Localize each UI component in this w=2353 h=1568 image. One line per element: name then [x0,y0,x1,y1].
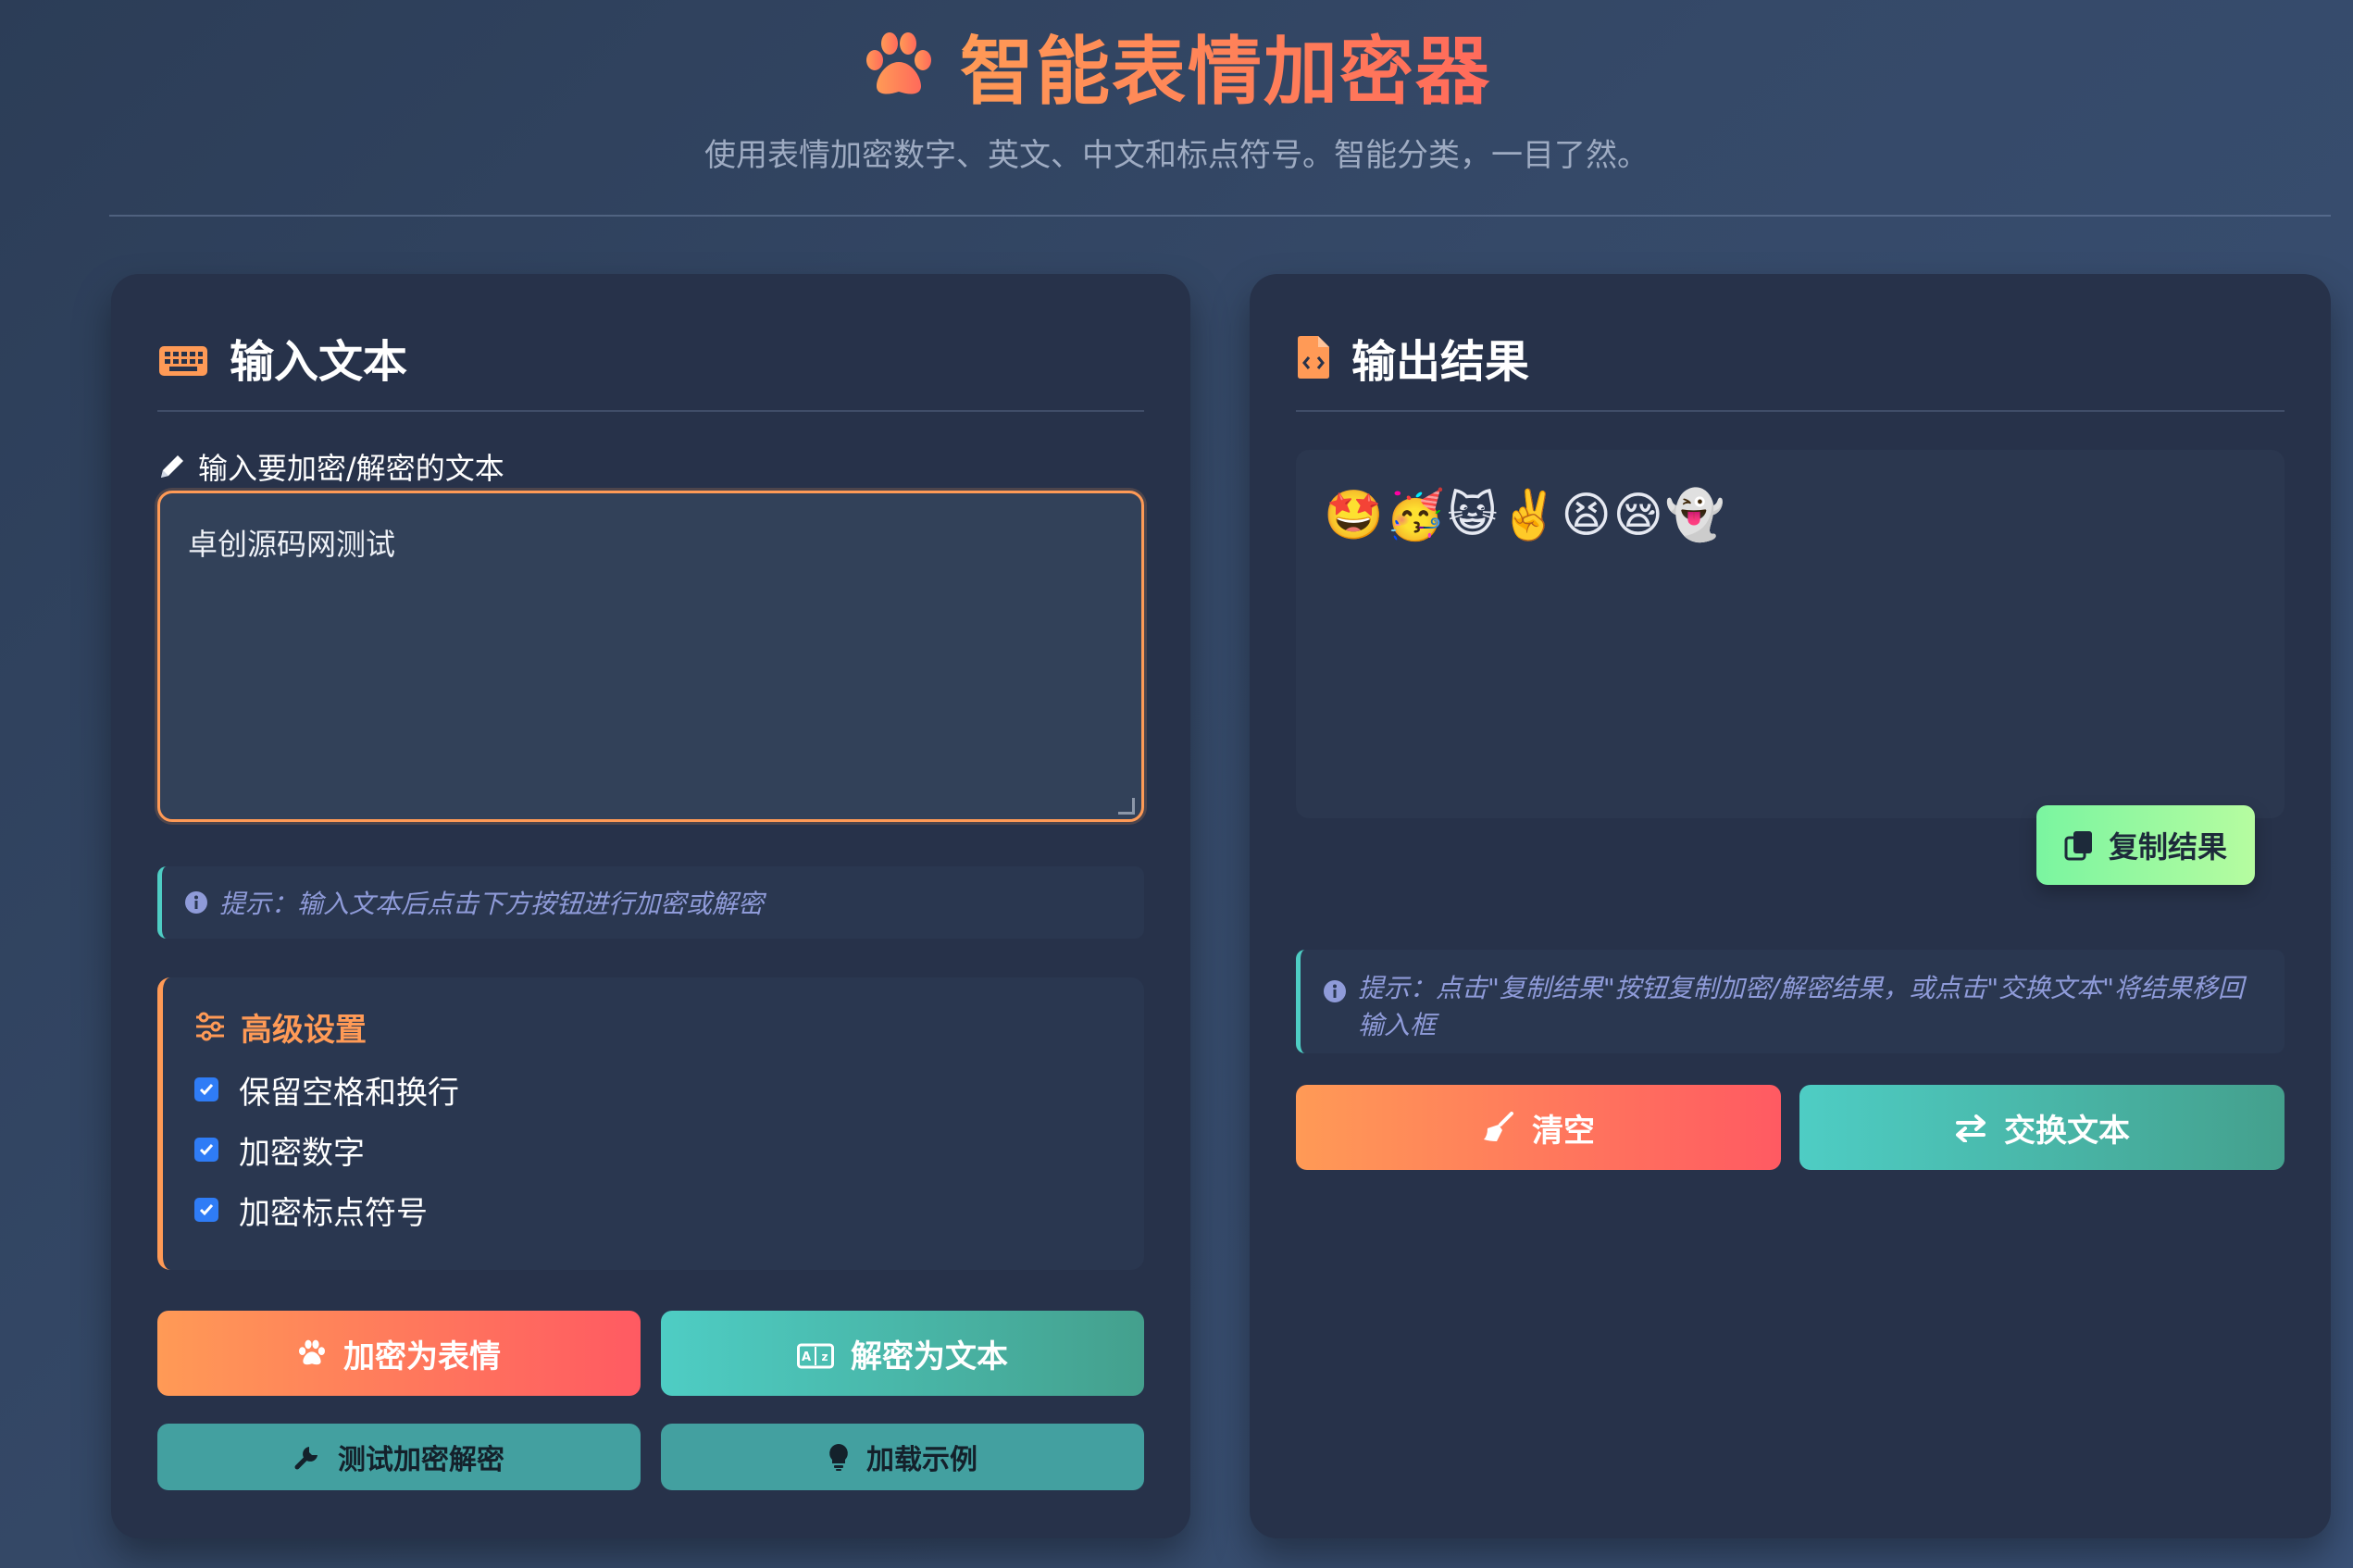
option-encrypt-numbers[interactable]: 加密数字 [194,1126,365,1173]
output-panel-divider [1296,410,2285,412]
input-panel-divider [157,410,1144,412]
checkbox-checked-icon[interactable] [194,1198,218,1222]
sliders-icon [194,1012,226,1041]
page-title: 智能表情加密器 [960,12,1491,119]
input-panel: 输入文本 输入要加密/解密的文本 卓创源码网测试 提示：输入文本后点击下方按钮进… [111,274,1190,1538]
option-encrypt-punctuation[interactable]: 加密标点符号 [194,1187,428,1233]
advanced-settings: 高级设置 保留空格和换行 加密数字 加密标点符号 [157,977,1144,1270]
swap-arrows-icon [1954,1114,1987,1143]
encrypt-button[interactable]: 加密为表情 [157,1311,641,1396]
svg-text:A: A [802,1350,811,1364]
language-icon: A z [797,1340,834,1369]
copy-result-button[interactable]: 复制结果 [2036,805,2255,885]
advanced-settings-title: 高级设置 [194,1003,367,1050]
load-example-button[interactable]: 加载示例 [661,1424,1144,1490]
checkbox-checked-icon[interactable] [194,1138,218,1162]
resize-handle[interactable] [1118,798,1135,815]
output-panel: 输出结果 🤩🥳😺✌️😫😪👻 复制结果 提示：点击"复制结果"按钮复制加密/解密结… [1250,274,2331,1538]
option-preserve-whitespace[interactable]: 保留空格和换行 [194,1066,459,1113]
input-panel-heading: 输入文本 [157,320,407,394]
output-result[interactable]: 🤩🥳😺✌️😫😪👻 [1296,450,2285,818]
paw-icon [862,29,936,103]
header-divider [109,215,2331,217]
output-panel-title: 输出结果 [1351,336,1530,388]
copy-icon [2064,829,2094,861]
wrench-icon [293,1443,321,1471]
input-panel-title: 输入文本 [230,336,408,388]
input-hint: 提示：输入文本后点击下方按钮进行加密或解密 [157,866,1144,939]
file-code-icon [1296,335,1331,380]
clear-button[interactable]: 清空 [1296,1085,1781,1170]
info-icon [184,890,208,915]
keyboard-icon [157,339,209,376]
text-field-label: 输入要加密/解密的文本 [157,446,504,487]
output-hint: 提示：点击"复制结果"按钮复制加密/解密结果，或点击"交换文本"将结果移回输入框 [1296,950,2285,1053]
info-icon [1323,977,1347,1002]
text-input[interactable]: 卓创源码网测试 [157,491,1144,822]
checkbox-checked-icon[interactable] [194,1077,218,1101]
swap-text-button[interactable]: 交换文本 [1799,1085,2285,1170]
page-subtitle: 使用表情加密数字、英文、中文和标点符号。智能分类，一目了然。 [704,137,1649,174]
lightbulb-icon [828,1442,850,1472]
svg-text:z: z [822,1350,828,1363]
pencil-icon [157,452,187,481]
broom-icon [1482,1112,1515,1143]
decrypt-button[interactable]: A z 解密为文本 [661,1311,1144,1396]
output-panel-heading: 输出结果 [1296,320,1529,394]
test-encrypt-decrypt-button[interactable]: 测试加密解密 [157,1424,641,1490]
paw-icon [297,1338,327,1368]
page-header: 智能表情加密器 [0,15,2353,117]
